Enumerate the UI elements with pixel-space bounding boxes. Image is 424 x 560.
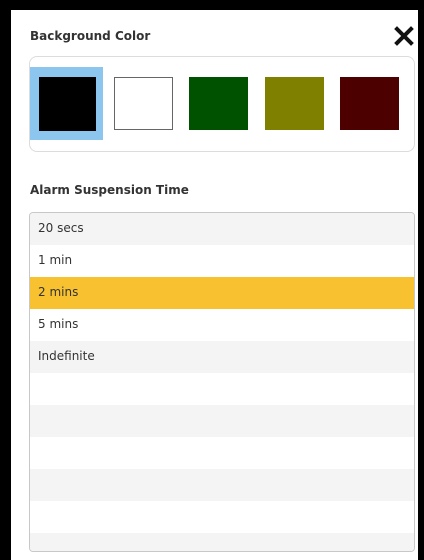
list-item-empty (30, 437, 414, 469)
list-item-empty (30, 533, 414, 551)
swatch-white[interactable] (104, 67, 177, 140)
list-item-1-min[interactable]: 1 min (30, 245, 414, 277)
background-color-title: Background Color (30, 29, 151, 43)
list-item-empty (30, 373, 414, 405)
list-item-empty (30, 501, 414, 533)
list-item-empty (30, 469, 414, 501)
swatch-maroon-fill (340, 77, 399, 130)
swatch-maroon[interactable] (330, 67, 403, 140)
swatch-dark-green-fill (189, 77, 248, 130)
alarm-suspension-title: Alarm Suspension Time (30, 183, 189, 197)
swatch-black[interactable] (30, 67, 103, 140)
swatch-dark-green[interactable] (179, 67, 252, 140)
swatch-olive-fill (265, 77, 324, 130)
list-item-2-mins[interactable]: 2 mins (30, 277, 414, 309)
swatch-white-fill (114, 77, 173, 130)
list-item-20-secs[interactable]: 20 secs (30, 213, 414, 245)
alarm-suspension-list[interactable]: 20 secs 1 min 2 mins 5 mins Indefinite (29, 212, 415, 552)
list-item-5-mins[interactable]: 5 mins (30, 309, 414, 341)
list-item-indefinite[interactable]: Indefinite (30, 341, 414, 373)
close-icon[interactable] (394, 26, 414, 46)
swatch-olive[interactable] (255, 67, 328, 140)
list-item-empty (30, 405, 414, 437)
swatch-black-fill (39, 77, 96, 131)
